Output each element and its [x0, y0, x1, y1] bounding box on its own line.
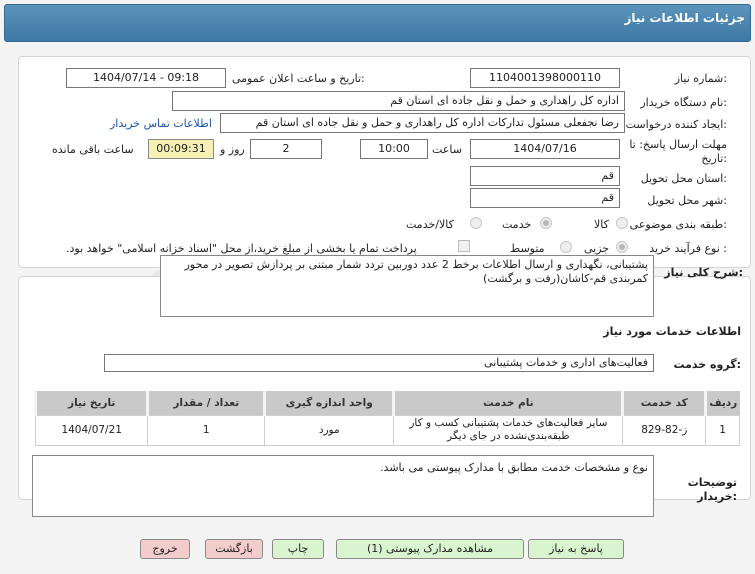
- category-option-service: خدمت: [502, 218, 532, 231]
- process-label: نوع فرآیند خرید :: [649, 242, 727, 255]
- col-row: ردیف: [704, 391, 740, 415]
- remaining-label: ساعت باقی مانده: [52, 143, 134, 156]
- deadline-label-date: تاریخ:: [701, 152, 727, 165]
- province-field: قم: [470, 166, 620, 186]
- announce-field: 1404/07/14 - 09:18: [66, 68, 226, 88]
- process-radio-medium[interactable]: [560, 241, 572, 253]
- cell-name: سایر فعالیت‌های خدمات پشتیبانی کسب و کار…: [393, 414, 624, 446]
- city-label: شهر محل تحویل:: [647, 194, 727, 207]
- table-header-row: ردیف کد خدمت نام خدمت واحد اندازه گیری ت…: [33, 391, 740, 415]
- print-button[interactable]: چاپ: [272, 539, 324, 559]
- cell-row: 1: [705, 414, 740, 446]
- buyer-field: اداره کل راهداری و حمل و نقل جاده ای است…: [172, 91, 625, 111]
- buyer-notes-label-2: خریدار:: [697, 490, 737, 503]
- deadline-time-label: ساعت: [432, 143, 462, 156]
- deadline-date-field: 1404/07/16: [470, 139, 620, 159]
- col-unit: واحد اندازه گیری: [263, 391, 394, 415]
- days-label: روز و: [220, 143, 245, 156]
- table-row: 1 ز-82-829 سایر فعالیت‌های خدمات پشتیبان…: [34, 414, 740, 446]
- buyer-contact-link[interactable]: اطلاعات تماس خریدار: [110, 117, 212, 130]
- col-date: تاریخ نیاز: [33, 391, 148, 415]
- col-name: نام خدمت: [392, 391, 623, 415]
- service-group-field: فعالیت‌های اداری و خدمات پشتیبانی: [104, 354, 654, 372]
- category-radio-goods-service[interactable]: [470, 217, 482, 229]
- page-title: جزئیات اطلاعات نیاز: [624, 11, 745, 25]
- services-title: اطلاعات خدمات مورد نیاز: [603, 325, 741, 338]
- deadline-label: مهلت ارسال پاسخ: تا: [629, 138, 727, 151]
- category-option-goods-service: کالا/خدمت: [406, 218, 454, 231]
- deadline-time-field: 10:00: [360, 139, 428, 159]
- city-field: قم: [470, 188, 620, 208]
- exit-button[interactable]: خروج: [140, 539, 190, 559]
- creator-field: رضا نجفعلی مسئول تدارکات اداره کل راهدار…: [220, 113, 625, 133]
- buyer-notes-field[interactable]: نوع و مشخصات خدمت مطابق با مدارک پیوستی …: [32, 455, 654, 517]
- attachments-button[interactable]: مشاهده مدارک پیوستی (1): [336, 539, 524, 559]
- treasury-checkbox[interactable]: [458, 240, 470, 252]
- province-label: استان محل تحویل:: [640, 172, 727, 185]
- services-table: ردیف کد خدمت نام خدمت واحد اندازه گیری ت…: [33, 391, 740, 446]
- payment-note: پرداخت تمام یا بخشی از مبلغ خرید،از محل …: [66, 242, 417, 255]
- reply-button[interactable]: پاسخ به نیاز: [528, 539, 624, 559]
- category-radio-service[interactable]: [540, 217, 552, 229]
- category-radio-goods[interactable]: [616, 217, 628, 229]
- remaining-timer: 00:09:31: [148, 139, 214, 159]
- buyer-notes-label: توضیحات: [687, 476, 737, 489]
- category-option-goods: کالا: [594, 218, 609, 231]
- process-option-medium: متوسط: [510, 242, 545, 255]
- need-number-label: شماره نیاز:: [674, 72, 727, 85]
- description-label: شرح کلی نیاز:: [664, 266, 743, 279]
- days-field: 2: [250, 139, 322, 159]
- buyer-label: نام دستگاه خریدار:: [640, 96, 727, 109]
- creator-label: ایجاد کننده درخواست:: [625, 118, 727, 131]
- col-code: کد خدمت: [621, 391, 706, 415]
- service-group-label: گروه خدمت:: [673, 358, 741, 371]
- cell-code: ز-82-829: [622, 414, 707, 446]
- cell-qty: 1: [147, 414, 266, 446]
- category-label: طبقه بندی موضوعی:: [629, 218, 727, 231]
- need-number-field: 1104001398000110: [470, 68, 620, 88]
- cell-unit: مورد: [264, 414, 395, 446]
- back-button[interactable]: بازگشت: [205, 539, 263, 559]
- description-field[interactable]: پشتیبانی، نگهداری و ارسال اطلاعات برخط 2…: [160, 255, 654, 317]
- process-option-minor: جزیی: [584, 242, 610, 255]
- process-radio-minor[interactable]: [616, 241, 628, 253]
- col-qty: تعداد / مقدار: [146, 391, 265, 415]
- cell-date: 1404/07/21: [34, 414, 149, 446]
- announce-label: تاریخ و ساعت اعلان عمومی:: [232, 72, 365, 85]
